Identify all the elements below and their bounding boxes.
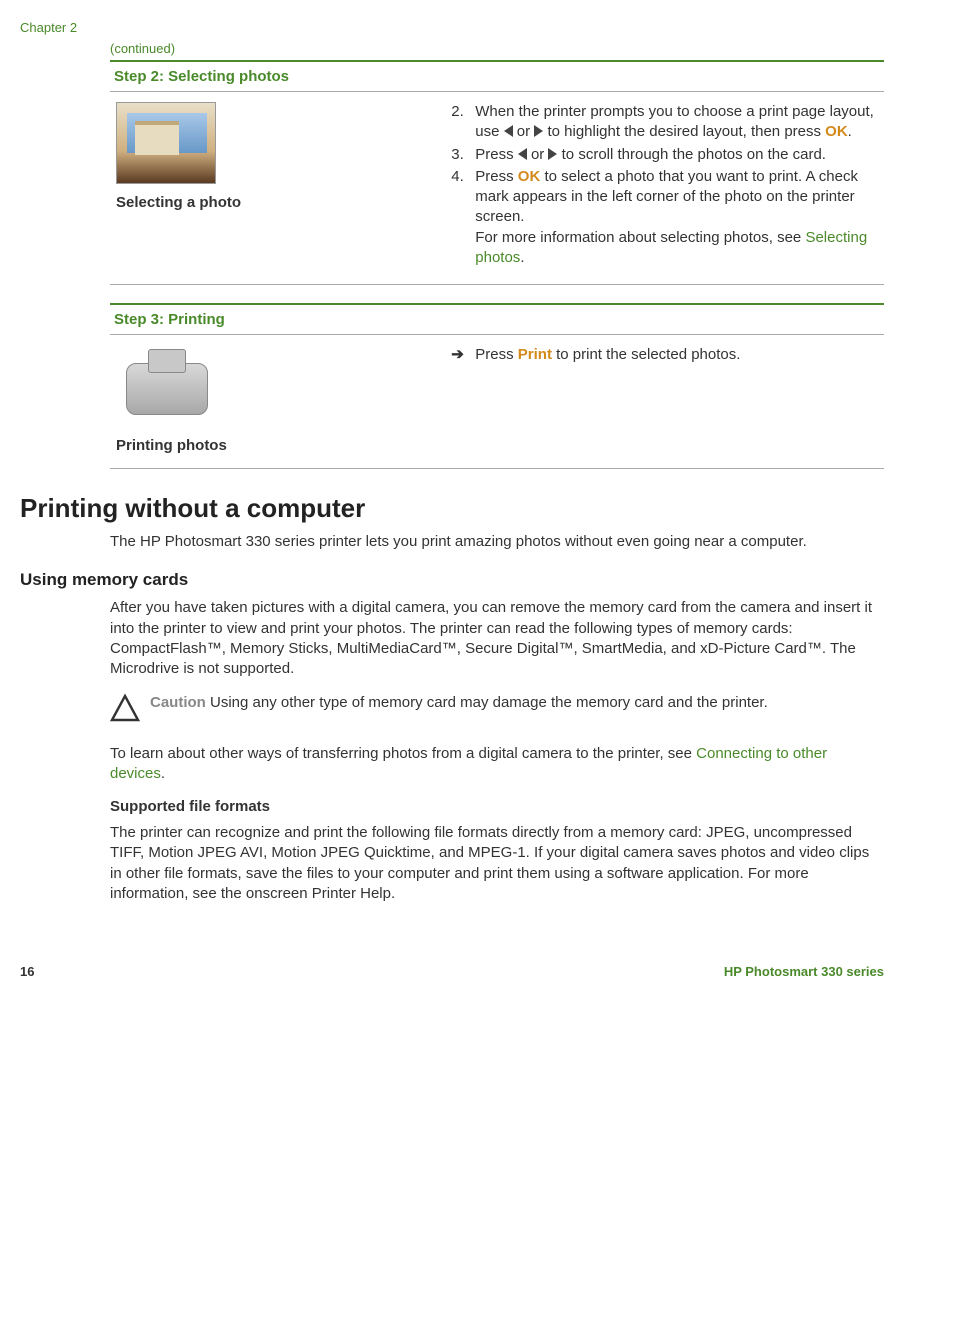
caution-text: Using any other type of memory card may … (206, 694, 768, 711)
list-number: 2. (451, 102, 475, 143)
list-number: 4. (451, 167, 475, 268)
text: to highlight the desired layout, then pr… (547, 123, 825, 140)
step2-header: Step 2: Selecting photos (110, 60, 884, 92)
caution-note: Caution Using any other type of memory c… (110, 693, 884, 729)
step3-header: Step 3: Printing (110, 303, 884, 335)
text: Press (475, 146, 518, 163)
text: For more information about selecting pho… (475, 229, 805, 246)
list-item: 2. When the printer prompts you to choos… (451, 102, 878, 143)
photo-thumbnail-icon (116, 102, 216, 184)
arrow-right-icon (548, 148, 557, 160)
text: to print the selected photos. (552, 346, 740, 363)
step3-caption: Printing photos (116, 437, 431, 454)
list-item: 3. Press or to scroll through the photos… (451, 145, 878, 165)
text: . (520, 249, 524, 266)
product-name: HP Photosmart 330 series (724, 964, 884, 979)
step2-body: Selecting a photo 2. When the printer pr… (110, 92, 884, 285)
ok-label: OK (518, 168, 541, 185)
subsubsection-heading: Supported file formats (110, 798, 884, 815)
ok-label: OK (825, 123, 848, 140)
body-paragraph: After you have taken pictures with a dig… (110, 598, 884, 679)
text: Press (475, 168, 518, 185)
page-number: 16 (20, 964, 34, 979)
arrow-left-icon (518, 148, 527, 160)
list-item: 4. Press OK to select a photo that you w… (451, 167, 878, 268)
list-item: ➔ Press Print to print the selected phot… (451, 345, 878, 365)
caution-icon (110, 693, 140, 729)
chapter-label: Chapter 2 (20, 20, 884, 35)
body-paragraph: To learn about other ways of transferrin… (110, 744, 884, 785)
text: . (161, 765, 165, 782)
section-heading: Printing without a computer (20, 493, 884, 524)
caution-label: Caution (150, 694, 206, 711)
step2-caption: Selecting a photo (116, 194, 431, 211)
arrow-left-icon (504, 125, 513, 137)
arrow-right-icon: ➔ (451, 345, 475, 365)
subsection-heading: Using memory cards (20, 570, 884, 590)
body-paragraph: The printer can recognize and print the … (110, 823, 884, 904)
text: To learn about other ways of transferrin… (110, 745, 696, 762)
arrow-right-icon (534, 125, 543, 137)
printer-icon (116, 345, 226, 427)
text: or (517, 123, 535, 140)
continued-label: (continued) (110, 41, 884, 56)
text: Press (475, 346, 518, 363)
text: to scroll through the photos on the card… (562, 146, 826, 163)
intro-paragraph: The HP Photosmart 330 series printer let… (110, 532, 884, 552)
list-number: 3. (451, 145, 475, 165)
page-footer: 16 HP Photosmart 330 series (20, 964, 884, 979)
text: or (531, 146, 549, 163)
step3-body: Printing photos ➔ Press Print to print t… (110, 335, 884, 469)
text: . (848, 123, 852, 140)
print-label: Print (518, 346, 552, 363)
